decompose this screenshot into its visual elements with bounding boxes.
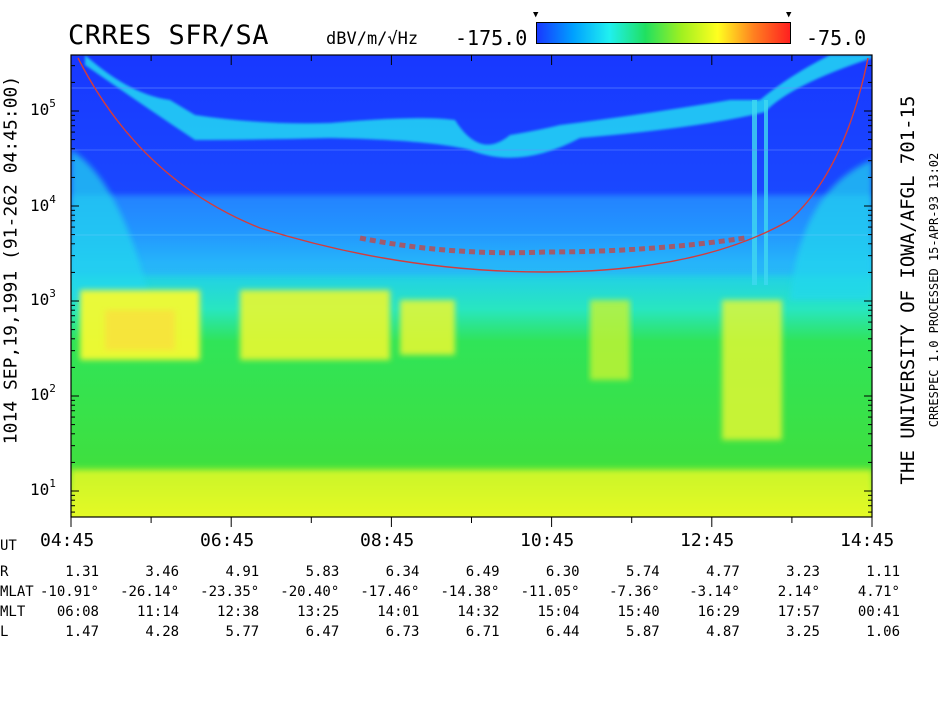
ephemeris-cell: -17.46° xyxy=(360,584,420,600)
ephemeris-cell: -14.38° xyxy=(440,584,500,600)
ephemeris-cell: 4.87 xyxy=(706,624,740,640)
ephemeris-cell: 13:25 xyxy=(297,604,340,620)
ephemeris-cell: 6.44 xyxy=(545,624,580,640)
ephemeris-cell: 14:32 xyxy=(457,604,500,620)
ephemeris-cell: -7.36° xyxy=(609,584,660,600)
ephemeris-cell: 2.14° xyxy=(777,584,820,600)
ephemeris-cell: 6.71 xyxy=(465,624,500,640)
ephemeris-cell: 4.28 xyxy=(145,624,180,640)
ephemeris-cell: 4.91 xyxy=(225,564,260,580)
ephemeris-cell: 12:38 xyxy=(217,604,260,620)
ephemeris-cell: -20.40° xyxy=(280,584,340,600)
x-tick-label-1245: 12:45 xyxy=(680,530,735,551)
ephemeris-row-label: UT xyxy=(0,538,17,554)
ephemeris-cell: -23.35° xyxy=(200,584,260,600)
ephemeris-cell: 3.23 xyxy=(786,564,820,580)
ephemeris-cell: 4.77 xyxy=(706,564,740,580)
spectrogram-image xyxy=(71,55,872,517)
ephemeris-cell: -11.05° xyxy=(520,584,580,600)
ephemeris-cell: -26.14° xyxy=(120,584,180,600)
x-tick-label-0845: 08:45 xyxy=(360,530,415,551)
ephemeris-cell: 6.73 xyxy=(385,624,420,640)
ephemeris-cell: 1.11 xyxy=(866,564,900,580)
ephemeris-cell: 15:04 xyxy=(537,604,580,620)
ephemeris-cell: 3.46 xyxy=(145,564,180,580)
ephemeris-cell: 14:01 xyxy=(377,604,420,620)
ephemeris-cell: 1.31 xyxy=(65,564,99,580)
ephemeris-cell: 5.74 xyxy=(625,564,660,580)
ephemeris-row-label: R xyxy=(0,564,9,580)
ephemeris-cell: 4.71° xyxy=(857,584,900,600)
ephemeris-cell: 1.06 xyxy=(866,624,900,640)
ephemeris-cell: 00:41 xyxy=(857,604,900,620)
ephemeris-cell: 6.49 xyxy=(465,564,500,580)
x-tick-label-0445: 04:45 xyxy=(40,530,95,551)
ephemeris-cell: 15:40 xyxy=(617,604,660,620)
ephemeris-cell: 06:08 xyxy=(56,604,99,620)
ephemeris-cell: 17:57 xyxy=(777,604,820,620)
ephemeris-cell: -3.14° xyxy=(689,584,740,600)
ephemeris-cell: 5.77 xyxy=(225,624,260,640)
ephemeris-row-label: L xyxy=(0,624,9,640)
ephemeris-cell: 1.47 xyxy=(65,624,99,640)
ephemeris-cell: 5.83 xyxy=(305,564,340,580)
ephemeris-cell: 16:29 xyxy=(697,604,740,620)
x-tick-label-0645: 06:45 xyxy=(200,530,255,551)
ephemeris-cell: 3.25 xyxy=(786,624,820,640)
x-tick-label-1445: 14:45 xyxy=(840,530,895,551)
ephemeris-cell: 6.34 xyxy=(385,564,420,580)
ephemeris-cell: 6.30 xyxy=(545,564,580,580)
ephemeris-cell: 5.87 xyxy=(625,624,660,640)
ephemeris-cell: 11:14 xyxy=(136,604,180,620)
x-tick-label-1045: 10:45 xyxy=(520,530,575,551)
ephemeris-cell: 6.47 xyxy=(305,624,340,640)
ephemeris-cell: -10.91° xyxy=(39,584,99,600)
